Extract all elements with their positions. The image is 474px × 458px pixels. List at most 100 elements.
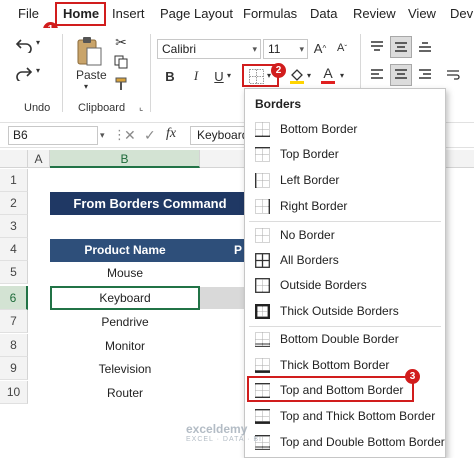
table-row[interactable]: Pendrive [50,315,200,329]
column-header-b[interactable]: B [50,150,200,168]
menu-item-top-and-double-bottom-border[interactable]: Top and Double Bottom Border [249,430,445,454]
font-name-combo[interactable]: Calibri ▾ [157,39,261,59]
row-header-10[interactable]: 10 [0,381,28,404]
paste-label[interactable]: Paste [76,68,107,82]
align-middle-icon[interactable] [390,36,412,58]
format-painter-icon[interactable] [112,76,130,92]
tab-insert[interactable]: Insert [112,6,145,21]
top-and-bottom-border-highlight [247,376,414,402]
bold-button[interactable]: B [162,66,178,86]
align-left-icon[interactable] [368,66,386,84]
watermark: exceldemy EXCEL · DATA · BI [186,422,262,443]
bottom-double-border-icon [255,331,270,347]
borders-menu-title: Borders [255,97,302,111]
menu-item-left-border[interactable]: Left Border [249,168,443,192]
undo-icon[interactable] [12,34,36,56]
row-header-1[interactable]: 1 [0,169,28,192]
header-second-column[interactable]: P [234,239,242,262]
all-borders-icon [255,252,270,268]
step-badge-2: 2 [271,63,286,78]
top-border-icon [255,146,270,162]
menu-item-bottom-double-border[interactable]: Bottom Double Border [249,327,443,351]
row-header-5[interactable]: 5 [0,261,28,284]
menu-item-label: Thick Outside Borders [280,304,399,318]
bottom-border-icon [255,121,270,137]
redo-dropdown-icon[interactable]: ▾ [36,66,40,75]
paste-dropdown-icon[interactable]: ▾ [84,82,88,91]
row-header-6[interactable]: 6 [0,286,28,310]
watermark-name: exceldemy [186,422,248,436]
italic-button[interactable]: I [188,66,204,86]
table-row[interactable]: Monitor [50,339,200,353]
align-center-icon[interactable] [390,64,412,86]
column-header-a[interactable]: A [28,150,50,168]
font-color-dropdown-icon[interactable]: ▾ [340,71,344,80]
table-row[interactable]: Mouse [50,266,200,280]
selected-value-cell[interactable] [200,287,250,309]
table-row[interactable]: Keyboard [50,291,200,305]
copy-icon[interactable] [112,54,130,70]
row-header-7[interactable]: 7 [0,310,28,333]
align-right-icon[interactable] [416,66,434,84]
menu-item-top-and-thick-bottom-border[interactable]: Top and Thick Bottom Border [249,404,443,428]
column-header-c[interactable] [200,150,250,168]
cancel-entry-icon[interactable]: ✕ [124,127,136,144]
tab-view[interactable]: View [408,6,436,21]
font-color-icon[interactable]: A [320,64,336,86]
menu-item-right-border[interactable]: Right Border [249,194,443,218]
row-header-8[interactable]: 8 [0,334,28,357]
select-all-corner[interactable] [0,150,28,168]
wrap-text-icon[interactable] [444,66,462,84]
menu-item-label: Bottom Border [280,122,358,136]
tab-data[interactable]: Data [310,6,337,21]
font-color-swatch [321,81,335,84]
table-row[interactable]: Router [50,386,200,400]
tab-formulas[interactable]: Formulas [243,6,297,21]
menu-item-top-border[interactable]: Top Border [249,142,443,166]
no-border-icon [255,227,270,243]
cut-icon[interactable]: ✂ [112,34,130,50]
ribbon-divider [150,34,151,112]
undo-dropdown-icon[interactable]: ▾ [36,38,40,47]
watermark-tagline: EXCEL · DATA · BI [186,436,262,443]
row-header-2[interactable]: 2 [0,192,28,215]
decrease-font-size-icon[interactable]: Aˇ [334,39,350,57]
font-size-combo[interactable]: 11 ▾ [263,39,308,59]
menu-item-thick-outside-borders[interactable]: Thick Outside Borders [249,299,443,323]
header-product-name[interactable]: Product Name [50,239,200,262]
paste-icon[interactable] [72,34,106,68]
tab-review[interactable]: Review [353,6,396,21]
align-top-icon[interactable] [368,38,386,56]
right-border-icon [255,198,270,214]
chevron-down-icon[interactable]: ▾ [100,130,105,141]
chevron-down-icon: ▾ [299,44,304,54]
row-header-4[interactable]: 4 [0,238,28,261]
thick-outside-borders-icon [255,303,270,319]
confirm-entry-icon[interactable]: ✓ [144,127,156,144]
increase-font-size-icon[interactable]: A ^ [312,39,328,57]
table-row[interactable]: Television [50,362,200,376]
menu-item-outside-borders[interactable]: Outside Borders [249,273,443,297]
fill-color-icon[interactable] [288,66,306,86]
font-color-letter: A [323,65,333,81]
name-box[interactable]: B6 [8,126,98,145]
row-header-9[interactable]: 9 [0,357,28,380]
sheet-title-cell[interactable]: From Borders Command [50,192,250,215]
underline-dropdown-icon[interactable]: ▾ [227,71,231,80]
tab-developer[interactable]: Dev [450,6,473,21]
insert-function-icon[interactable]: fx [166,126,176,142]
menu-item-bottom-border[interactable]: Bottom Border [249,117,443,141]
tab-page-layout[interactable]: Page Layout [160,6,233,21]
tab-file[interactable]: File [18,6,39,21]
menu-item-all-borders[interactable]: All Borders [249,248,443,272]
menu-item-no-border[interactable]: No Border [249,223,443,247]
underline-button[interactable]: U [211,66,227,86]
left-border-icon [255,172,270,188]
clipboard-launcher-icon[interactable]: ⌞ [139,102,143,113]
align-bottom-icon[interactable] [416,38,434,56]
menu-divider [249,221,441,222]
redo-icon[interactable] [12,62,36,84]
fill-color-dropdown-icon[interactable]: ▾ [307,71,311,80]
step-badge-3: 3 [405,369,420,384]
row-header-3[interactable]: 3 [0,215,28,238]
